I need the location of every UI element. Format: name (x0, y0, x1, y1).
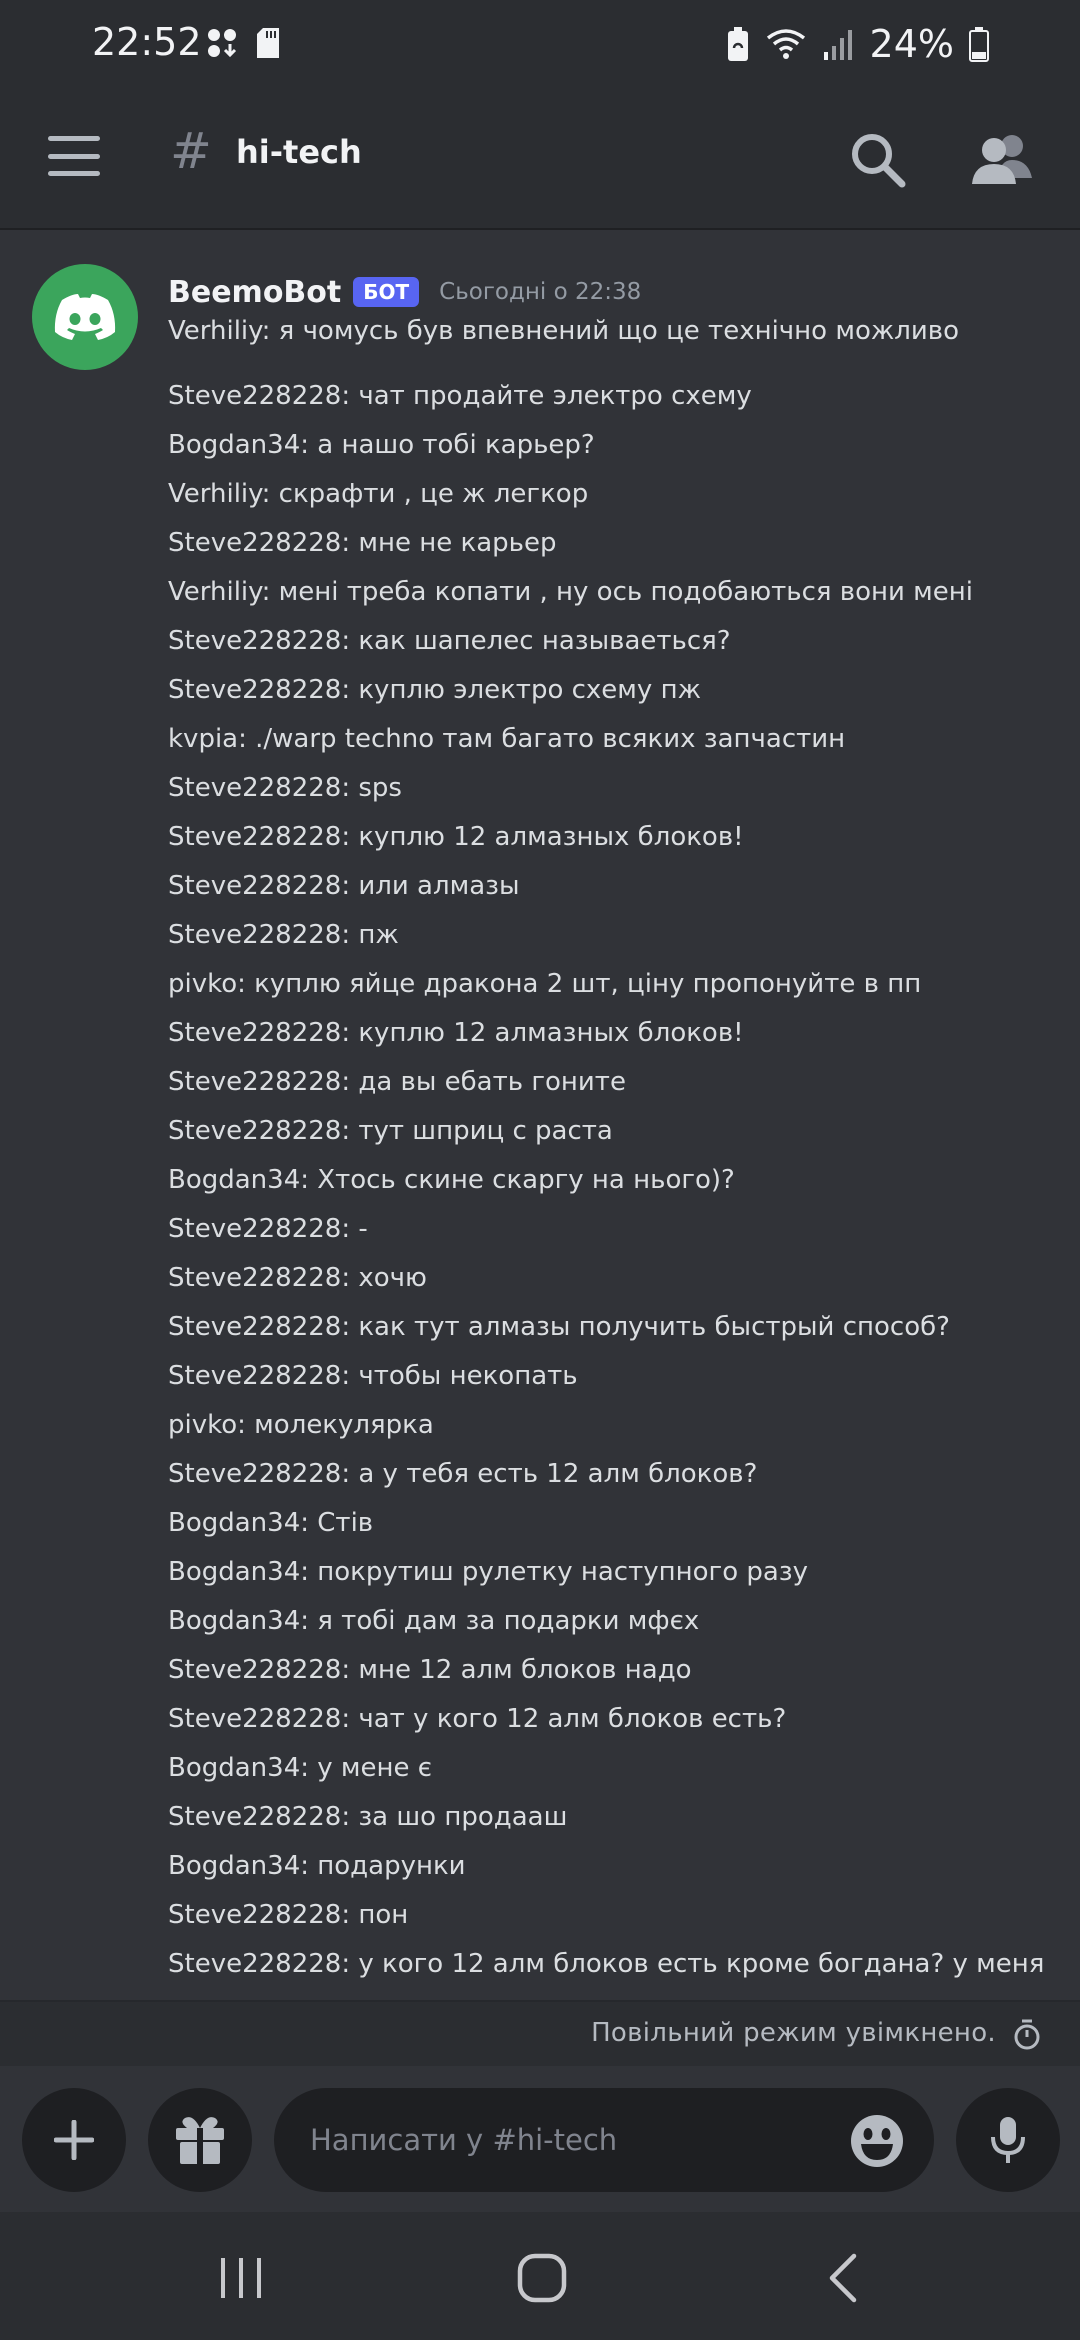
back-icon[interactable] (820, 2252, 870, 2304)
message-line: Steve228228: хочю (168, 1263, 427, 1293)
channel-header: # hi-tech (0, 90, 1080, 230)
voice-message-button[interactable] (956, 2088, 1060, 2192)
message-line: Steve228228: sps (168, 773, 402, 803)
message-line: Steve228228: чат продайте электро схему (168, 381, 752, 411)
message-timestamp: Сьогодні о 22:38 (439, 279, 642, 305)
wifi-icon (766, 29, 805, 59)
members-icon[interactable] (970, 130, 1034, 190)
discord-logo-icon (54, 294, 116, 340)
status-icons-left (205, 26, 281, 60)
message-composer (0, 2066, 1080, 2212)
message-line: Steve228228: куплю электро схему пж (168, 675, 701, 705)
message-line: Bogdan34: подарунки (168, 1851, 466, 1881)
emoji-icon[interactable] (850, 2114, 904, 2168)
message-input[interactable] (274, 2088, 934, 2192)
message-line: Steve228228: за шо продааш (168, 1802, 568, 1832)
message-line: Steve228228: мне не карьер (168, 528, 557, 558)
search-icon[interactable] (848, 130, 908, 190)
message-header: BeemoBot БОТ Сьогодні о 22:38 (168, 272, 641, 312)
slow-mode-text: Повільний режим увімкнено. (591, 2018, 996, 2048)
bot-badge: БОТ (353, 277, 420, 307)
message-line: Steve228228: чат у кого 12 алм блоков ес… (168, 1704, 787, 1734)
plus-icon (54, 2120, 94, 2160)
message-line: Steve228228: да вы ебать гоните (168, 1067, 626, 1097)
status-time: 22:52 (92, 20, 202, 64)
gift-button[interactable] (148, 2088, 252, 2192)
timer-icon (1014, 2019, 1040, 2050)
message-line: Steve228228: у кого 12 алм блоков есть к… (168, 1949, 1045, 1979)
battery-percent: 24% (869, 22, 954, 66)
message-line: Steve228228: куплю 12 алмазных блоков! (168, 822, 744, 852)
slow-mode-banner: Повільний режим увімкнено. (0, 2000, 1080, 2066)
message-line: Bogdan34: а нашо тобі карьер? (168, 430, 595, 460)
channel-name[interactable]: hi-tech (236, 133, 362, 171)
recent-apps-icon[interactable] (216, 2256, 266, 2300)
gift-icon (176, 2117, 224, 2164)
message-line: Bogdan34: покрутиш рулетку наступного ра… (168, 1557, 809, 1587)
hamburger-menu-icon[interactable] (48, 136, 100, 176)
add-attachment-button[interactable] (22, 2088, 126, 2192)
microphone-icon (991, 2117, 1025, 2163)
hash-icon: # (170, 122, 212, 180)
message-line: Steve228228: куплю 12 алмазных блоков! (168, 1018, 744, 1048)
message-line: pivko: молекулярка (168, 1410, 434, 1440)
status-bar: 22:52 24% (0, 0, 1080, 90)
message-line: Verhiliy: скрафти , це ж легкор (168, 479, 589, 509)
message-line: Steve228228: как шапелес называеться? (168, 626, 731, 656)
message-line: kvpia: ./warp techno там багато всяких з… (168, 724, 846, 754)
author-name[interactable]: BeemoBot (168, 275, 341, 310)
message-line: pivko: куплю яйце дракона 2 шт, ціну про… (168, 969, 922, 999)
sd-card-icon (257, 28, 279, 58)
battery-icon (969, 27, 989, 62)
message-line: Bogdan34: Хтось скине скаргу на нього)? (168, 1165, 735, 1195)
message-line: Steve228228: пон (168, 1900, 409, 1930)
message-line: Bogdan34: у мене є (168, 1753, 433, 1783)
home-icon[interactable] (516, 2252, 568, 2304)
message-line: Steve228228: мне 12 алм блоков надо (168, 1655, 692, 1685)
system-nav-bar (0, 2212, 1080, 2340)
app-notification-icon (208, 29, 237, 58)
message-line: Verhiliy: мені треба копати , ну ось под… (168, 577, 973, 607)
message-content: Verhiliy: я чомусь був впевнений що це т… (168, 310, 1048, 1985)
message-line: Steve228228: пж (168, 920, 399, 950)
battery-saver-icon (727, 27, 748, 61)
message-line: Steve228228: чтобы некопать (168, 1361, 578, 1391)
message-line: Steve228228: - (168, 1214, 368, 1244)
message-line: Steve228228: как тут алмазы получить быс… (168, 1312, 950, 1342)
avatar[interactable] (32, 264, 138, 370)
status-icons-right: 24% (726, 22, 990, 66)
message-line: Verhiliy: я чомусь був впевнений що це т… (168, 316, 960, 346)
message-line: Bogdan34: я тобі дам за подарки мфєх (168, 1606, 700, 1636)
signal-icon (823, 30, 852, 60)
message-list[interactable]: BeemoBot БОТ Сьогодні о 22:38 Verhiliy: … (0, 232, 1080, 2000)
message-line: Steve228228: а у тебя есть 12 алм блоков… (168, 1459, 758, 1489)
message-line: Bogdan34: Стів (168, 1508, 374, 1538)
message-line: Steve228228: или алмазы (168, 871, 520, 901)
message-line: Steve228228: тут шприц с раста (168, 1116, 613, 1146)
